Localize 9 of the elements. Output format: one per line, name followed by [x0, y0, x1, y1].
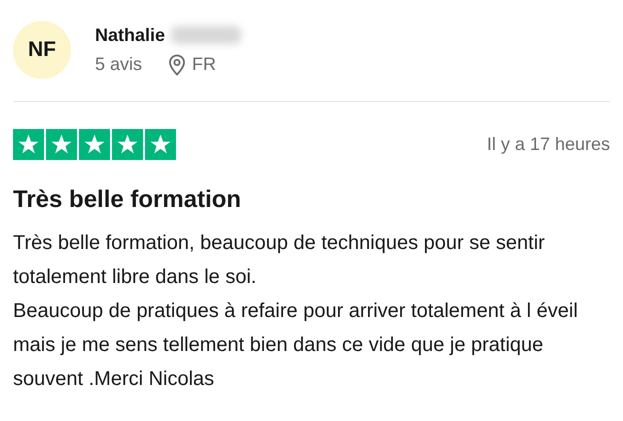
review-title: Très belle formation	[13, 186, 242, 214]
blurred-text	[171, 26, 242, 44]
country: FR	[192, 54, 216, 75]
reviewer-name[interactable]: Nathalie	[95, 24, 166, 46]
location-pin-icon	[168, 54, 186, 76]
review-count: 5 avis	[95, 54, 142, 75]
review-text: Très belle formation, beaucoup de techniques pour se sentir totalement libre dans le soi. Beaucoup de pratiques à refaire pour arriver totalement à l éveil mais je me sens tellement bien dans ce vide que je pratique souvent .Merci Nicolas	[13, 231, 579, 392]
avatar: NF	[13, 21, 71, 79]
review-time: Il y a 17 heures	[486, 134, 610, 155]
